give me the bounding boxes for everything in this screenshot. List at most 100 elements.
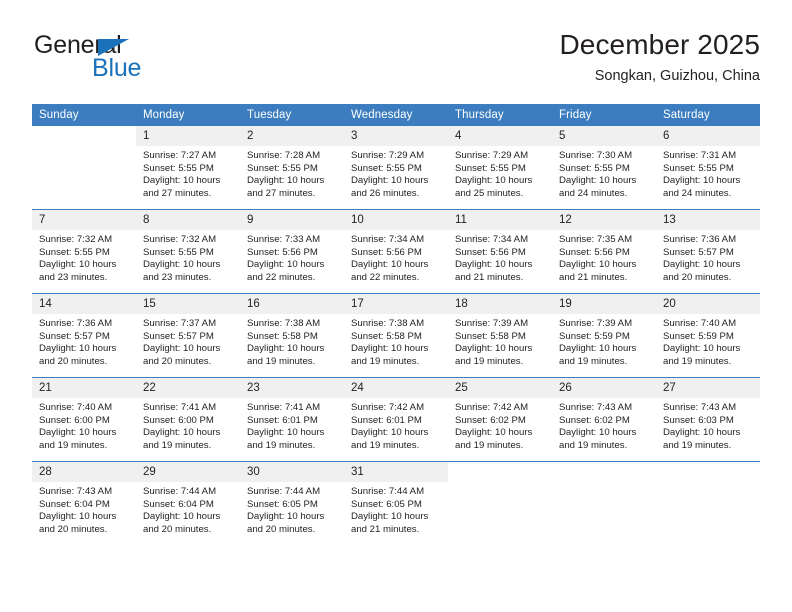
sunrise-text: Sunrise: 7:34 AM <box>455 234 529 245</box>
sunset-text: Sunset: 5:56 PM <box>351 246 422 258</box>
weekday-header-thursday: Thursday <box>448 104 552 126</box>
sunrise-text: Sunrise: 7:39 AM <box>559 318 633 329</box>
calendar-table: Sunday Monday Tuesday Wednesday Thursday… <box>32 104 760 545</box>
calendar-day-cell[interactable]: 24 Sunrise: 7:42 AM Sunset: 6:01 PM Dayligh… <box>344 377 448 462</box>
calendar-cell-empty <box>32 126 136 210</box>
daylight-text-line1: Daylight: 10 hours <box>455 343 533 355</box>
calendar-cell-empty <box>552 461 656 545</box>
sunrise-text: Sunrise: 7:37 AM <box>143 318 217 329</box>
day-number: 19 <box>552 294 656 314</box>
daylight-text-line2: and 22 minutes. <box>247 271 316 283</box>
day-number: 28 <box>32 462 136 482</box>
day-number <box>32 126 136 146</box>
sunrise-text: Sunrise: 7:36 AM <box>663 234 737 245</box>
calendar-day-cell[interactable]: 9 Sunrise: 7:33 AM Sunset: 5:56 PM Daylight… <box>240 209 344 294</box>
calendar-day-cell[interactable]: 16 Sunrise: 7:38 AM Sunset: 5:58 PM Dayligh… <box>240 293 344 378</box>
daylight-text-line2: and 20 minutes. <box>39 355 108 367</box>
day-details: Sunrise: 7:44 AM Sunset: 6:04 PM Daylight:… <box>136 482 240 536</box>
sunrise-text: Sunrise: 7:29 AM <box>455 150 529 161</box>
day-number: 18 <box>448 294 552 314</box>
calendar-day-cell[interactable]: 15 Sunrise: 7:37 AM Sunset: 5:57 PM Dayligh… <box>136 293 240 378</box>
daylight-text-line2: and 22 minutes. <box>351 271 420 283</box>
calendar-day-cell[interactable]: 14 Sunrise: 7:36 AM Sunset: 5:57 PM Dayligh… <box>32 293 136 378</box>
calendar-day-cell[interactable]: 29 Sunrise: 7:44 AM Sunset: 6:04 PM Dayligh… <box>136 461 240 545</box>
daylight-text-line2: and 19 minutes. <box>143 439 212 451</box>
daylight-text-line1: Daylight: 10 hours <box>351 259 429 271</box>
sunrise-text: Sunrise: 7:35 AM <box>559 234 633 245</box>
calendar-day-cell[interactable]: 13 Sunrise: 7:36 AM Sunset: 5:57 PM Dayligh… <box>656 209 760 294</box>
daylight-text-line1: Daylight: 10 hours <box>663 259 741 271</box>
calendar-day-cell[interactable]: 17 Sunrise: 7:38 AM Sunset: 5:58 PM Dayligh… <box>344 293 448 378</box>
daylight-text-line2: and 24 minutes. <box>663 187 732 199</box>
daylight-text-line2: and 19 minutes. <box>559 439 628 451</box>
sunset-text: Sunset: 6:04 PM <box>39 498 110 510</box>
day-number: 6 <box>656 126 760 146</box>
weekday-header-sunday: Sunday <box>32 104 136 126</box>
calendar-day-cell[interactable]: 18 Sunrise: 7:39 AM Sunset: 5:58 PM Dayligh… <box>448 293 552 378</box>
day-details: Sunrise: 7:41 AM Sunset: 6:01 PM Daylight:… <box>240 398 344 452</box>
calendar-day-cell[interactable]: 8 Sunrise: 7:32 AM Sunset: 5:55 PM Daylight… <box>136 209 240 294</box>
sunrise-text: Sunrise: 7:36 AM <box>39 318 113 329</box>
sunrise-text: Sunrise: 7:30 AM <box>559 150 633 161</box>
calendar-day-cell[interactable]: 19 Sunrise: 7:39 AM Sunset: 5:59 PM Dayligh… <box>552 293 656 378</box>
daylight-text-line1: Daylight: 10 hours <box>143 259 221 271</box>
calendar-day-cell[interactable]: 10 Sunrise: 7:34 AM Sunset: 5:56 PM Dayligh… <box>344 209 448 294</box>
calendar-day-cell[interactable]: 11 Sunrise: 7:34 AM Sunset: 5:56 PM Dayligh… <box>448 209 552 294</box>
day-number <box>656 462 760 482</box>
day-number: 26 <box>552 378 656 398</box>
calendar-day-cell[interactable]: 12 Sunrise: 7:35 AM Sunset: 5:56 PM Dayligh… <box>552 209 656 294</box>
calendar-day-cell[interactable]: 4 Sunrise: 7:29 AM Sunset: 5:55 PM Daylight… <box>448 126 552 210</box>
sunrise-text: Sunrise: 7:38 AM <box>351 318 425 329</box>
sunset-text: Sunset: 6:01 PM <box>351 414 422 426</box>
daylight-text-line1: Daylight: 10 hours <box>143 175 221 187</box>
sunrise-text: Sunrise: 7:41 AM <box>247 402 321 413</box>
day-details: Sunrise: 7:37 AM Sunset: 5:57 PM Daylight:… <box>136 314 240 368</box>
general-blue-logo[interactable]: General Blue <box>32 32 232 90</box>
sunset-text: Sunset: 6:05 PM <box>247 498 318 510</box>
sunset-text: Sunset: 6:05 PM <box>351 498 422 510</box>
daylight-text-line2: and 19 minutes. <box>663 355 732 367</box>
daylight-text-line1: Daylight: 10 hours <box>663 427 741 439</box>
day-details: Sunrise: 7:32 AM Sunset: 5:55 PM Daylight:… <box>32 230 136 284</box>
calendar-day-cell[interactable]: 6 Sunrise: 7:31 AM Sunset: 5:55 PM Daylight… <box>656 126 760 210</box>
daylight-text-line2: and 20 minutes. <box>663 271 732 283</box>
sunrise-text: Sunrise: 7:42 AM <box>455 402 529 413</box>
calendar-day-cell[interactable]: 31 Sunrise: 7:44 AM Sunset: 6:05 PM Dayligh… <box>344 461 448 545</box>
daylight-text-line1: Daylight: 10 hours <box>39 259 117 271</box>
daylight-text-line1: Daylight: 10 hours <box>247 511 325 523</box>
calendar-day-cell[interactable]: 23 Sunrise: 7:41 AM Sunset: 6:01 PM Dayligh… <box>240 377 344 462</box>
sunset-text: Sunset: 5:57 PM <box>39 330 110 342</box>
daylight-text-line2: and 21 minutes. <box>351 523 420 535</box>
day-details: Sunrise: 7:39 AM Sunset: 5:59 PM Daylight:… <box>552 314 656 368</box>
weekday-header-monday: Monday <box>136 104 240 126</box>
daylight-text-line2: and 20 minutes. <box>143 355 212 367</box>
calendar-day-cell[interactable]: 28 Sunrise: 7:43 AM Sunset: 6:04 PM Dayligh… <box>32 461 136 545</box>
calendar-day-cell[interactable]: 22 Sunrise: 7:41 AM Sunset: 6:00 PM Dayligh… <box>136 377 240 462</box>
calendar-day-cell[interactable]: 1 Sunrise: 7:27 AM Sunset: 5:55 PM Daylight… <box>136 126 240 210</box>
day-details: Sunrise: 7:33 AM Sunset: 5:56 PM Daylight:… <box>240 230 344 284</box>
daylight-text-line1: Daylight: 10 hours <box>559 175 637 187</box>
calendar-day-cell[interactable]: 30 Sunrise: 7:44 AM Sunset: 6:05 PM Dayligh… <box>240 461 344 545</box>
calendar-day-cell[interactable]: 3 Sunrise: 7:29 AM Sunset: 5:55 PM Daylight… <box>344 126 448 210</box>
calendar-day-cell[interactable]: 27 Sunrise: 7:43 AM Sunset: 6:03 PM Dayligh… <box>656 377 760 462</box>
day-number: 14 <box>32 294 136 314</box>
calendar-day-cell[interactable]: 26 Sunrise: 7:43 AM Sunset: 6:02 PM Dayligh… <box>552 377 656 462</box>
calendar-week-row: 1 Sunrise: 7:27 AM Sunset: 5:55 PM Daylight… <box>32 126 760 210</box>
calendar-day-cell[interactable]: 20 Sunrise: 7:40 AM Sunset: 5:59 PM Dayligh… <box>656 293 760 378</box>
daylight-text-line1: Daylight: 10 hours <box>247 427 325 439</box>
sunset-text: Sunset: 5:56 PM <box>559 246 630 258</box>
sunrise-text: Sunrise: 7:38 AM <box>247 318 321 329</box>
daylight-text-line1: Daylight: 10 hours <box>455 175 533 187</box>
calendar-day-cell[interactable]: 25 Sunrise: 7:42 AM Sunset: 6:02 PM Dayligh… <box>448 377 552 462</box>
sunrise-text: Sunrise: 7:39 AM <box>455 318 529 329</box>
calendar-day-cell[interactable]: 5 Sunrise: 7:30 AM Sunset: 5:55 PM Daylight… <box>552 126 656 210</box>
daylight-text-line1: Daylight: 10 hours <box>455 427 533 439</box>
daylight-text-line1: Daylight: 10 hours <box>247 343 325 355</box>
sunset-text: Sunset: 6:01 PM <box>247 414 318 426</box>
sunset-text: Sunset: 6:02 PM <box>455 414 526 426</box>
calendar-day-cell[interactable]: 7 Sunrise: 7:32 AM Sunset: 5:55 PM Daylight… <box>32 209 136 294</box>
calendar-day-cell[interactable]: 2 Sunrise: 7:28 AM Sunset: 5:55 PM Daylight… <box>240 126 344 210</box>
calendar-day-cell[interactable]: 21 Sunrise: 7:40 AM Sunset: 6:00 PM Dayligh… <box>32 377 136 462</box>
daylight-text-line2: and 20 minutes. <box>247 523 316 535</box>
day-number: 16 <box>240 294 344 314</box>
